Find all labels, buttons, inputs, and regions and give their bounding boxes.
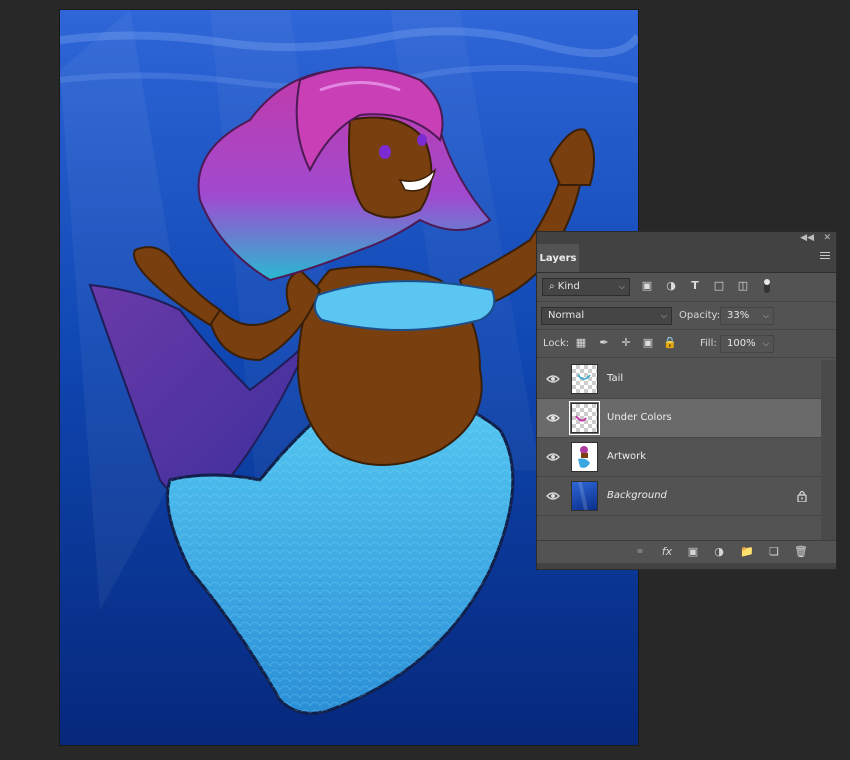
panel-footer: ⚭ fx ▣ ◑ 📁 ❏ 🗑: [537, 540, 836, 563]
adjustment-layer-icon[interactable]: ◑: [711, 545, 727, 559]
opacity-label: Opacity:: [679, 310, 721, 321]
layers-panel: ◀◀ ✕ Layers ⌕ Kind ⌵ ▣ ◑ T □ ◫ Normal ⌵ …: [536, 231, 837, 570]
opacity-field[interactable]: 33% ⌵: [720, 307, 774, 325]
smart-object-filter-icon[interactable]: ◫: [735, 278, 751, 294]
chevron-down-icon: ⌵: [618, 282, 625, 291]
blend-mode-dropdown[interactable]: Normal ⌵: [541, 307, 672, 325]
lock-transparent-pixels-icon[interactable]: ▦: [574, 336, 588, 350]
chevron-down-icon: ⌵: [660, 311, 667, 320]
eye-icon[interactable]: [546, 372, 560, 386]
layer-name: Under Colors: [607, 412, 672, 423]
eye-icon[interactable]: [546, 489, 560, 503]
shape-filter-icon[interactable]: □: [711, 278, 727, 294]
filter-kind-dropdown[interactable]: ⌕ Kind ⌵: [542, 278, 630, 296]
fill-label: Fill:: [700, 338, 717, 349]
opacity-value: 33%: [727, 310, 750, 321]
blend-row: Normal ⌵ Opacity: 33% ⌵: [537, 302, 836, 330]
adjustment-filter-icon[interactable]: ◑: [663, 278, 679, 294]
eye-icon[interactable]: [546, 450, 560, 464]
folder-icon[interactable]: 📁: [739, 545, 755, 559]
blend-mode-value: Normal: [548, 310, 585, 321]
close-icon[interactable]: ✕: [823, 232, 831, 244]
trash-icon[interactable]: 🗑: [793, 545, 809, 559]
layer-thumbnail: [571, 442, 598, 472]
layer-row-background[interactable]: Background: [537, 477, 821, 516]
tab-layers[interactable]: Layers: [537, 244, 579, 272]
layer-name: Tail: [607, 373, 624, 384]
filter-kind-label: Kind: [557, 281, 580, 292]
link-layers-icon[interactable]: ⚭: [632, 545, 648, 559]
layer-thumbnail: [569, 401, 600, 435]
lock-row: Lock: ▦ ✒ ✛ ▣ 🔒 Fill: 100% ⌵: [537, 330, 836, 358]
layers-scrollbar[interactable]: [821, 360, 836, 541]
add-mask-icon[interactable]: ▣: [685, 545, 701, 559]
panel-menu-icon[interactable]: [820, 252, 830, 262]
lock-icon: [797, 490, 807, 502]
layer-name: Background: [607, 490, 667, 501]
pixel-filter-icon[interactable]: ▣: [639, 278, 655, 294]
layers-list: Tail Under Colors Artwork Background: [537, 360, 821, 541]
fx-icon[interactable]: fx: [659, 545, 675, 559]
fill-value: 100%: [727, 338, 756, 349]
layer-row-under-colors[interactable]: Under Colors: [537, 399, 821, 438]
chevron-down-icon: ⌵: [762, 311, 769, 320]
layer-name: Artwork: [607, 451, 647, 462]
eye-icon[interactable]: [546, 411, 560, 425]
filter-row: ⌕ Kind ⌵ ▣ ◑ T □ ◫: [537, 273, 836, 302]
search-icon: ⌕: [549, 281, 555, 292]
type-filter-icon[interactable]: T: [687, 278, 703, 294]
filter-toggle-icon[interactable]: [759, 278, 775, 294]
chevron-down-icon: ⌵: [762, 339, 769, 348]
panel-resize-strip[interactable]: [537, 563, 836, 569]
lock-all-icon[interactable]: 🔒: [663, 336, 677, 350]
layer-thumbnail: [571, 364, 598, 394]
lock-position-icon[interactable]: ✛: [619, 336, 633, 350]
lock-label: Lock:: [543, 338, 570, 349]
layer-thumbnail: [571, 481, 598, 511]
new-layer-icon[interactable]: ❏: [766, 545, 782, 559]
panel-titlebar: ◀◀ ✕: [537, 232, 836, 244]
lock-image-pixels-icon[interactable]: ✒: [597, 336, 611, 350]
layer-row-artwork[interactable]: Artwork: [537, 438, 821, 477]
double-chevron-icon[interactable]: ◀◀: [800, 232, 814, 244]
panel-tab-row: Layers: [537, 244, 836, 273]
layer-row-tail[interactable]: Tail: [537, 360, 821, 399]
fill-field[interactable]: 100% ⌵: [720, 335, 774, 353]
lock-artboard-icon[interactable]: ▣: [641, 336, 655, 350]
